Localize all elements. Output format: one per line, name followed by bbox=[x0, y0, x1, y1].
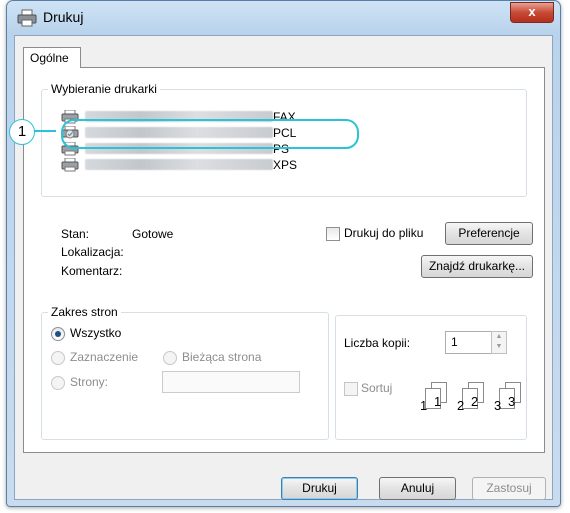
cancel-button[interactable]: Anuluj bbox=[379, 477, 456, 500]
selected-printer-highlight bbox=[61, 119, 359, 149]
print-dialog-window: Drukuj x Ogólne Wybieranie drukarki FAX bbox=[6, 0, 561, 507]
radio-pages[interactable] bbox=[51, 376, 65, 390]
printer-icon bbox=[17, 9, 37, 27]
printer-selection-legend: Wybieranie drukarki bbox=[51, 82, 157, 96]
comment-label: Komentarz: bbox=[61, 264, 123, 278]
location-label: Lokalizacja: bbox=[61, 245, 124, 259]
status-value: Gotowe bbox=[132, 227, 174, 241]
printer-name-redacted bbox=[85, 159, 273, 170]
tab-panel-general: Wybieranie drukarki FAX PCL PS XPS Stan:… bbox=[23, 67, 545, 453]
printer-suffix: XPS bbox=[273, 157, 298, 172]
collate-label: Sortuj bbox=[361, 381, 393, 395]
print-button[interactable]: Drukuj bbox=[281, 477, 358, 500]
collate-page-3-back-number: 3 bbox=[494, 398, 502, 413]
close-button[interactable]: x bbox=[510, 2, 554, 23]
print-to-file-checkbox[interactable] bbox=[326, 227, 340, 241]
collate-page-2-back-number: 2 bbox=[457, 398, 465, 413]
collate-page-1: 1 1 bbox=[420, 382, 447, 413]
collate-page-1-front-number: 1 bbox=[434, 394, 442, 409]
printer-icon bbox=[61, 157, 79, 171]
close-icon: x bbox=[528, 4, 536, 19]
tab-general[interactable]: Ogólne bbox=[23, 47, 81, 68]
printer-item-xps[interactable]: XPS bbox=[61, 156, 297, 173]
collate-checkbox[interactable] bbox=[344, 382, 358, 396]
collate-page-3-front-number: 3 bbox=[508, 394, 516, 409]
radio-current-page-label: Bieżąca strona bbox=[182, 350, 262, 364]
preferences-button[interactable]: Preferencje bbox=[445, 222, 533, 245]
copies-count-label: Liczba kopii: bbox=[344, 336, 411, 350]
print-button-label: Drukuj bbox=[302, 481, 337, 495]
copies-spinner[interactable]: ▲ ▼ bbox=[491, 331, 507, 354]
radio-all[interactable] bbox=[51, 327, 65, 341]
find-printer-button[interactable]: Znajdź drukarkę... bbox=[421, 255, 533, 278]
collate-page-3: 3 3 bbox=[494, 382, 521, 413]
print-to-file-label: Drukuj do pliku bbox=[344, 226, 424, 240]
radio-selection-label: Zaznaczenie bbox=[70, 350, 139, 364]
tab-general-label: Ogólne bbox=[30, 51, 69, 65]
cancel-button-label: Anuluj bbox=[400, 481, 435, 495]
apply-button-label: Zastosuj bbox=[486, 481, 532, 495]
radio-pages-label: Strony: bbox=[70, 375, 109, 389]
radio-all-label: Wszystko bbox=[70, 326, 122, 340]
radio-current-page[interactable] bbox=[163, 351, 177, 365]
copies-count-value: 1 bbox=[451, 335, 458, 349]
preferences-button-label: Preferencje bbox=[458, 226, 520, 240]
collate-page-2: 2 2 bbox=[457, 382, 484, 413]
find-printer-button-label: Znajdź drukarkę... bbox=[428, 259, 526, 273]
radio-selection[interactable] bbox=[51, 351, 65, 365]
callout-number: 1 bbox=[17, 123, 27, 140]
spin-up-icon[interactable]: ▲ bbox=[492, 332, 506, 342]
dialog-client-area: Ogólne Wybieranie drukarki FAX PCL PS XP… bbox=[14, 35, 553, 500]
collate-page-2-front-number: 2 bbox=[471, 394, 479, 409]
collate-page-1-back-number: 1 bbox=[420, 398, 428, 413]
spin-down-icon[interactable]: ▼ bbox=[492, 342, 506, 352]
page-range-legend: Zakres stron bbox=[51, 305, 118, 319]
callout-connector bbox=[34, 130, 56, 132]
apply-button[interactable]: Zastosuj bbox=[472, 477, 546, 500]
title-bar[interactable]: Drukuj x bbox=[7, 1, 560, 35]
status-label: Stan: bbox=[61, 227, 90, 241]
callout-marker: 1 bbox=[9, 119, 35, 145]
pages-input[interactable] bbox=[162, 371, 300, 393]
window-title: Drukuj bbox=[43, 9, 84, 25]
